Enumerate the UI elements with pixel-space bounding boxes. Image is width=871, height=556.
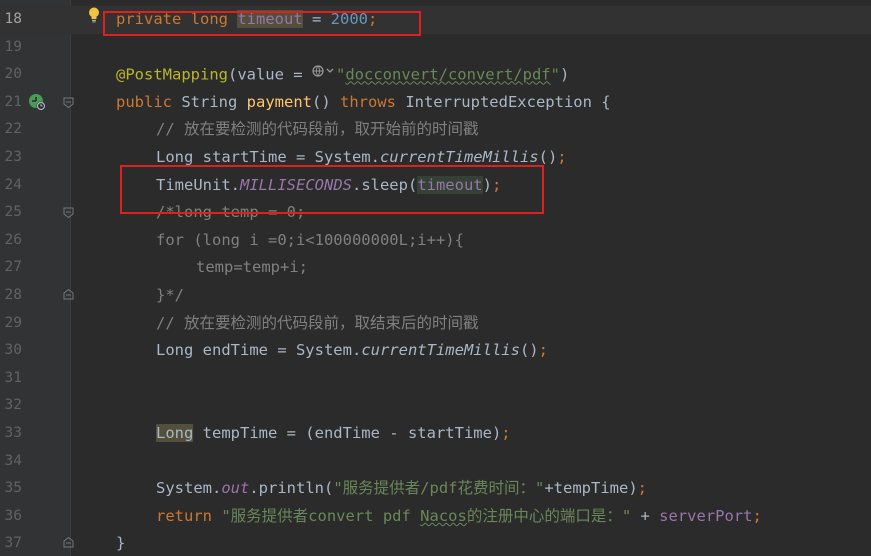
code-line-19[interactable]: 19 (0, 34, 871, 62)
line-code: @PostMapping(value = "docconvert/convert… (116, 61, 569, 89)
line-code-comment: // 放在要检测的代码段前，取结束后的时间戳 (156, 313, 479, 332)
field-serverport: serverPort (659, 506, 753, 525)
paren: ) (559, 65, 570, 84)
line-code: System.out.println("服务提供者/pdf花费时间："+temp… (156, 475, 647, 503)
parens: () (538, 148, 558, 166)
string-literal: docconvert/convert/pdf (345, 65, 551, 84)
line-number: 32 (4, 397, 22, 414)
fold-icon[interactable] (63, 207, 74, 218)
fold-icon[interactable] (63, 97, 74, 108)
code-line-27[interactable]: 27 temp=temp+i; (0, 254, 871, 282)
keyword-throws: throws (339, 92, 396, 111)
semicolon: ; (752, 506, 762, 525)
code-line-31[interactable]: 31 (0, 365, 871, 393)
semicolon: ; (557, 148, 567, 166)
line-number: 33 (4, 425, 22, 441)
code-line-28[interactable]: 28 }*/ (0, 282, 871, 310)
code-line-32[interactable]: 32 (0, 392, 871, 420)
string-quote: " (335, 65, 346, 84)
line-code: Long tempTime = (endTime - startTime); (156, 420, 511, 448)
code-text: tempTime = (endTime - startTime) (193, 424, 502, 442)
line-number: 30 (4, 342, 22, 359)
code-line-30[interactable]: 30 Long endTime = System.currentTimeMill… (0, 337, 871, 365)
line-number: 23 (4, 149, 22, 165)
method-name: payment (246, 92, 312, 111)
semicolon: ; (501, 424, 511, 442)
static-method: currentTimeMillis (379, 148, 539, 166)
intention-bulb-icon[interactable] (88, 7, 100, 23)
semicolon: ; (538, 341, 548, 360)
line-code: } (116, 534, 126, 553)
parens: () (519, 341, 539, 360)
line-number: 22 (4, 121, 22, 138)
line-number: 36 (4, 507, 22, 524)
line-number: 21 (4, 93, 22, 110)
exception-type: InterruptedException { (395, 92, 611, 111)
code-line-36[interactable]: 36 return "服务提供者convert pdf Nacos的注册中心的端… (0, 503, 871, 531)
line-number: 31 (4, 369, 22, 386)
type-long-warning: Long (156, 424, 194, 442)
code-line-26[interactable]: 26 for (long i =0;i<100000000L;i++){ (0, 227, 871, 255)
keyword-public: public (116, 92, 172, 111)
line-number: 27 (4, 259, 22, 276)
class-ref: System. (156, 479, 222, 498)
globe-hint-icon[interactable] (312, 61, 336, 89)
code-line-29[interactable]: 29 // 放在要检测的代码段前，取结束后的时间戳 (0, 310, 871, 338)
string-literal: 的注册中心的端口是：" (466, 506, 632, 525)
line-number: 20 (4, 66, 22, 83)
return-type: String (172, 92, 247, 111)
line-number: 34 (4, 452, 22, 469)
line-code: public String payment() throws Interrupt… (116, 89, 611, 117)
line-code-comment: // 放在要检测的代码段前，取开始前的时间戳 (156, 120, 479, 139)
code-line-33[interactable]: 33 Long tempTime = (endTime - startTime)… (0, 420, 871, 448)
line-number: 26 (4, 231, 22, 248)
line-code-comment: for (long i =0;i<100000000L;i++){ (156, 230, 464, 249)
code-editor[interactable]: 18 private long timeout = 2000; 19 20 @P… (0, 0, 871, 556)
code-line-22[interactable]: 22 // 放在要检测的代码段前，取开始前的时间戳 (0, 116, 871, 144)
parens: () (311, 92, 340, 111)
line-number: 28 (4, 287, 22, 303)
line-number: 35 (4, 480, 22, 497)
line-number: 29 (4, 314, 22, 331)
string-literal: "服务提供者/pdf花费时间：" (333, 479, 545, 498)
method-call: .println( (249, 479, 334, 498)
code-text: Long startTime = System. (156, 148, 380, 166)
static-method: currentTimeMillis (361, 341, 520, 360)
keyword-return: return (156, 506, 222, 525)
string-quote: " (550, 65, 560, 84)
run-gutter-icon[interactable] (28, 93, 46, 111)
semicolon: ; (637, 479, 647, 498)
code-text: Long endTime = System. (156, 341, 362, 360)
string-literal: "服务提供者convert pdf (221, 506, 421, 525)
code-line-21[interactable]: 21 public String payment() throws Interr… (0, 89, 871, 117)
line-number: 24 (4, 176, 22, 193)
line-code: Long endTime = System.currentTimeMillis(… (156, 337, 548, 365)
string-typo-word: Nacos (420, 506, 467, 525)
annotation-args: (value = (227, 65, 312, 84)
operator: + (631, 506, 660, 525)
code-line-37[interactable]: 37 } (0, 530, 871, 556)
highlight-box-sleep (120, 165, 544, 214)
highlight-box-field (103, 11, 421, 36)
line-code: return "服务提供者convert pdf Nacos的注册中心的端口是：… (156, 503, 762, 531)
fold-icon[interactable] (63, 289, 74, 300)
static-field: out (221, 479, 250, 498)
line-number: 18 (4, 11, 22, 27)
code-line-35[interactable]: 35 System.out.println("服务提供者/pdf花费时间："+t… (0, 475, 871, 503)
line-number: 37 (4, 535, 22, 552)
line-number: 25 (4, 204, 22, 221)
code-line-34[interactable]: 34 (0, 448, 871, 476)
line-code-comment: }*/ (156, 286, 184, 304)
line-code-comment: temp=temp+i; (196, 258, 308, 277)
annotation: @PostMapping (116, 65, 228, 84)
line-number: 19 (4, 38, 22, 55)
fold-icon[interactable] (63, 537, 74, 548)
code-text: +tempTime) (544, 479, 638, 498)
code-line-20[interactable]: 20 @PostMapping(value = "docconvert/conv… (0, 61, 871, 89)
